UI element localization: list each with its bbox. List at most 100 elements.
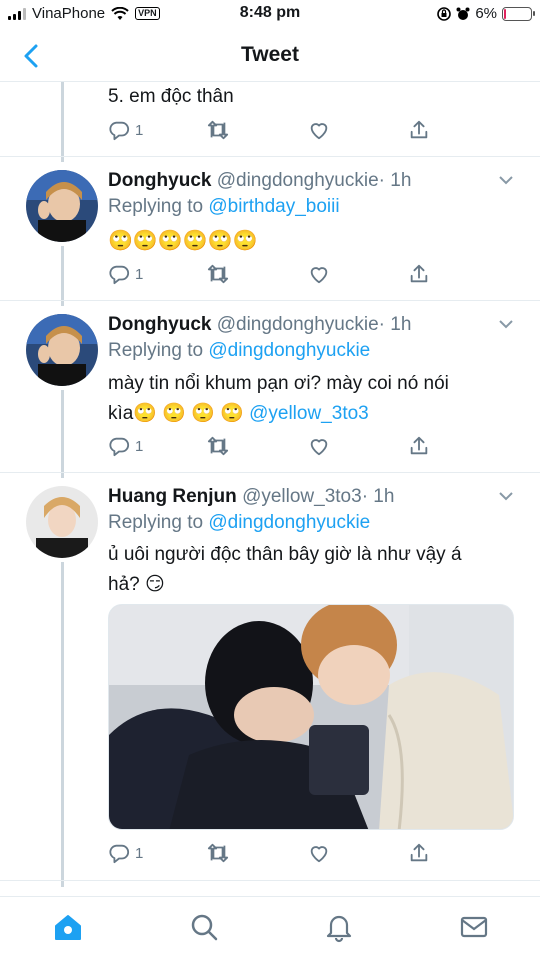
reply-icon xyxy=(109,437,130,457)
share-icon xyxy=(410,843,428,862)
like-button[interactable] xyxy=(308,119,330,141)
status-right: 6% xyxy=(437,5,535,22)
author-name[interactable]: Donghyuck xyxy=(108,314,211,335)
thread-line xyxy=(61,562,64,887)
avatar[interactable] xyxy=(26,170,98,242)
author-handle[interactable]: @dingdonghyuckie xyxy=(217,314,379,335)
replying-to: Replying to @dingdonghyuckie xyxy=(108,340,370,362)
retweet-icon xyxy=(207,436,229,456)
retweet-button[interactable] xyxy=(206,119,230,141)
tweet-time: · 1h xyxy=(378,314,412,335)
replying-prefix: Replying to xyxy=(108,196,204,217)
replying-to: Replying to @dingdonghyuckie xyxy=(108,512,370,534)
status-bar: VinaPhone VPN 8:48 pm 6% xyxy=(0,0,540,30)
thread-line xyxy=(61,390,64,478)
tweet-text: 5. em độc thân xyxy=(108,86,234,107)
search-icon[interactable] xyxy=(188,911,220,943)
tweet-text-line: mày tin nổi khum pạn ơi? mày coi nó nói xyxy=(108,373,449,394)
avatar[interactable] xyxy=(26,486,98,558)
like-button[interactable] xyxy=(308,842,330,864)
chevron-down-icon[interactable] xyxy=(498,172,514,188)
share-button[interactable] xyxy=(408,263,430,285)
like-button[interactable] xyxy=(308,435,330,457)
share-icon xyxy=(410,264,428,283)
author-name[interactable]: Donghyuck xyxy=(108,170,211,191)
thread-line xyxy=(61,246,64,306)
tweet-header: Donghyuck @dingdonghyuckie· 1h xyxy=(108,166,411,196)
heart-icon xyxy=(310,846,328,863)
replying-prefix: Replying to xyxy=(108,340,204,361)
tweet-mention[interactable]: @yellow_3to3 xyxy=(249,403,369,424)
divider xyxy=(0,300,540,301)
divider xyxy=(0,472,540,473)
share-button[interactable] xyxy=(408,842,430,864)
heart-icon xyxy=(310,267,328,284)
battery-icon xyxy=(502,6,535,21)
tweet-time: · 1h xyxy=(361,486,395,507)
tweet-text-line: hả? 😏 xyxy=(108,574,165,595)
author-name[interactable]: Huang Renjun xyxy=(108,486,237,507)
messages-icon[interactable] xyxy=(458,911,490,943)
tweet-actions: 1 xyxy=(108,263,438,287)
replying-to: Replying to @birthday_boiii xyxy=(108,196,340,218)
battery-percent: 6% xyxy=(475,5,497,22)
notifications-icon[interactable] xyxy=(323,911,355,943)
share-button[interactable] xyxy=(408,435,430,457)
share-icon xyxy=(410,120,428,139)
divider xyxy=(0,880,540,881)
tweet-text-line: kìa🙄 🙄 🙄 🙄 @yellow_3to3 xyxy=(108,399,449,429)
like-button[interactable] xyxy=(308,263,330,285)
thread-line xyxy=(61,82,64,162)
replying-prefix: Replying to xyxy=(108,512,204,533)
author-handle[interactable]: @dingdonghyuckie xyxy=(217,170,379,191)
replying-to-mention[interactable]: @birthday_boiii xyxy=(208,196,339,217)
reply-button[interactable]: 1 xyxy=(108,435,143,457)
tweet-media-image[interactable] xyxy=(108,604,514,830)
reply-count: 1 xyxy=(135,437,144,455)
tweet-text-emoji: kìa🙄 🙄 🙄 🙄 xyxy=(108,403,244,424)
reply-count: 1 xyxy=(135,844,144,862)
tweet-header: Huang Renjun @yellow_3to3· 1h xyxy=(108,482,394,512)
reply-count: 1 xyxy=(135,121,144,139)
tweet-text-line: ủ uôi người độc thân bây giờ là như vậy … xyxy=(108,544,462,565)
tweet-time: · 1h xyxy=(378,170,412,191)
heart-icon xyxy=(310,123,328,140)
author-handle[interactable]: @yellow_3to3 xyxy=(242,486,362,507)
tweet-actions: 1 xyxy=(108,842,438,866)
reply-button[interactable]: 1 xyxy=(108,842,143,864)
tweet-text: mày tin nổi khum pạn ơi? mày coi nó nói … xyxy=(108,369,449,429)
retweet-button[interactable] xyxy=(206,263,230,285)
reply-icon xyxy=(109,121,130,141)
retweet-button[interactable] xyxy=(206,842,230,864)
tweet-text: ủ uôi người độc thân bây giờ là như vậy … xyxy=(108,540,462,600)
top-header: Tweet xyxy=(0,30,540,82)
alarm-icon xyxy=(456,7,470,20)
reply-count: 1 xyxy=(135,265,144,283)
tweet-text: 🙄🙄🙄🙄🙄🙄 xyxy=(108,226,257,257)
share-icon xyxy=(410,436,428,455)
home-icon[interactable] xyxy=(52,911,84,943)
retweet-icon xyxy=(207,264,229,284)
chevron-down-icon[interactable] xyxy=(498,488,514,504)
retweet-icon xyxy=(207,120,229,140)
retweet-icon xyxy=(207,843,229,863)
tweet-header: Donghyuck @dingdonghyuckie· 1h xyxy=(108,310,411,340)
avatar[interactable] xyxy=(26,314,98,386)
retweet-button[interactable] xyxy=(206,435,230,457)
tweet-actions: 1 xyxy=(108,435,438,459)
reply-button[interactable]: 1 xyxy=(108,263,143,285)
screen-lock-icon xyxy=(437,6,452,21)
heart-icon xyxy=(310,439,328,456)
reply-button[interactable]: 1 xyxy=(108,119,143,141)
replying-to-mention[interactable]: @dingdonghyuckie xyxy=(208,340,370,361)
bottom-tab-bar xyxy=(0,896,540,960)
tweet-actions: 1 xyxy=(108,119,438,143)
reply-icon xyxy=(109,844,130,864)
replying-to-mention[interactable]: @dingdonghyuckie xyxy=(208,512,370,533)
divider xyxy=(0,156,540,157)
share-button[interactable] xyxy=(408,119,430,141)
chevron-down-icon[interactable] xyxy=(498,316,514,332)
page-title: Tweet xyxy=(241,43,299,66)
tweet-emoji-text: 🙄🙄🙄🙄🙄🙄 xyxy=(108,230,258,252)
reply-icon xyxy=(109,265,130,285)
